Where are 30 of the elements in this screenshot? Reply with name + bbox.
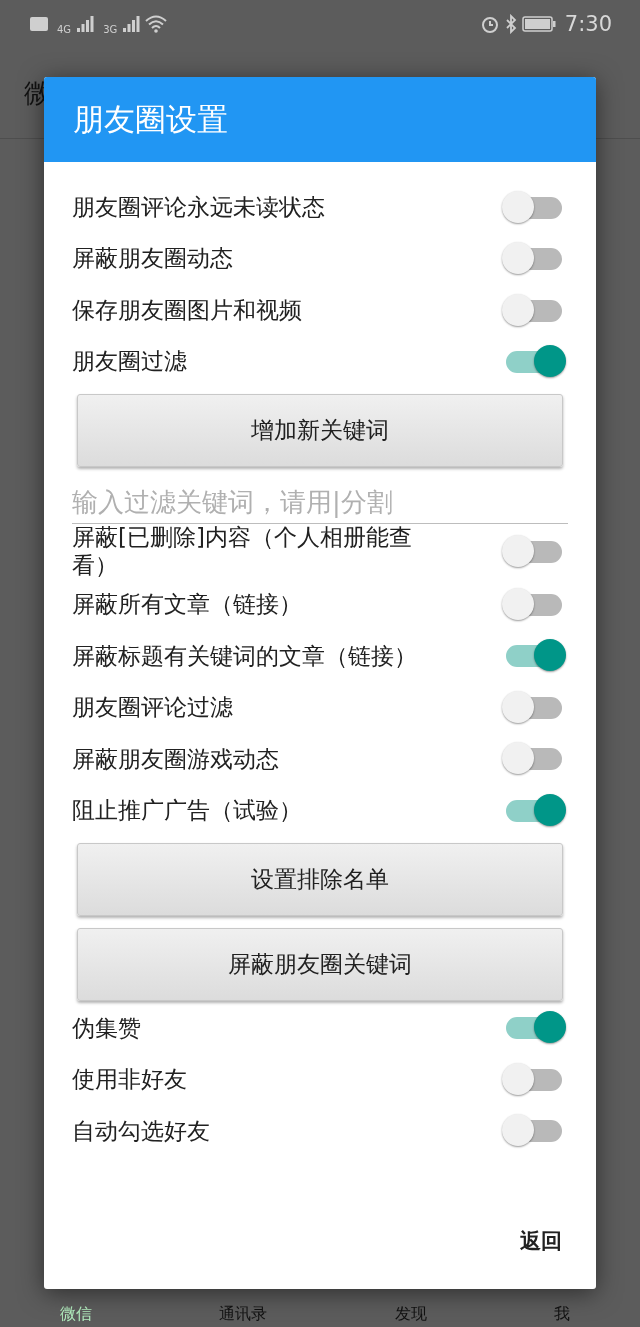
- alarm-icon: [479, 14, 500, 34]
- signal-icon: [76, 15, 95, 33]
- signal-icon: [122, 15, 141, 33]
- setting-label: 保存朋友圈图片和视频: [72, 296, 302, 325]
- action-button[interactable]: 增加新关键词: [77, 394, 563, 467]
- setting-label: 屏蔽[已删除]内容（个人相册能查看）: [72, 524, 413, 580]
- dialog-title: 朋友圈设置: [44, 77, 596, 162]
- network-label: 4G: [57, 23, 72, 35]
- setting-label: 自动勾选好友: [72, 1117, 210, 1146]
- clock-time: 7:30: [564, 12, 612, 36]
- battery-icon: [521, 16, 556, 32]
- nav-tab[interactable]: 微信: [60, 1304, 92, 1325]
- wifi-icon: [145, 15, 168, 33]
- bluetooth-icon: [504, 14, 517, 34]
- action-button[interactable]: 设置排除名单: [77, 842, 563, 916]
- setting-label: 朋友圈过滤: [72, 348, 187, 377]
- setting-label: 伪集赞: [72, 1014, 141, 1043]
- setting-label: 朋友圈评论过滤: [72, 694, 233, 722]
- setting-label: 使用非好友: [72, 1066, 187, 1094]
- keyword-field[interactable]: 输入过滤关键词，请用|分割: [72, 483, 568, 524]
- setting-label: 屏蔽朋友圈游戏动态: [72, 745, 279, 774]
- setting-label: 屏蔽朋友圈动态: [72, 245, 233, 274]
- back-button[interactable]: 返回: [510, 1217, 572, 1265]
- setting-label: 朋友圈评论永远未读状态: [72, 193, 325, 222]
- hd-icon: [30, 16, 48, 32]
- setting-label: 屏蔽所有文章（链接）: [72, 591, 302, 619]
- action-button[interactable]: 屏蔽朋友圈关键词: [77, 927, 563, 1001]
- network-label: 3G: [103, 23, 118, 35]
- setting-label: 阻止推广广告（试验）: [72, 797, 302, 825]
- setting-label: 屏蔽标题有关键词的文章（链接）: [72, 642, 417, 671]
